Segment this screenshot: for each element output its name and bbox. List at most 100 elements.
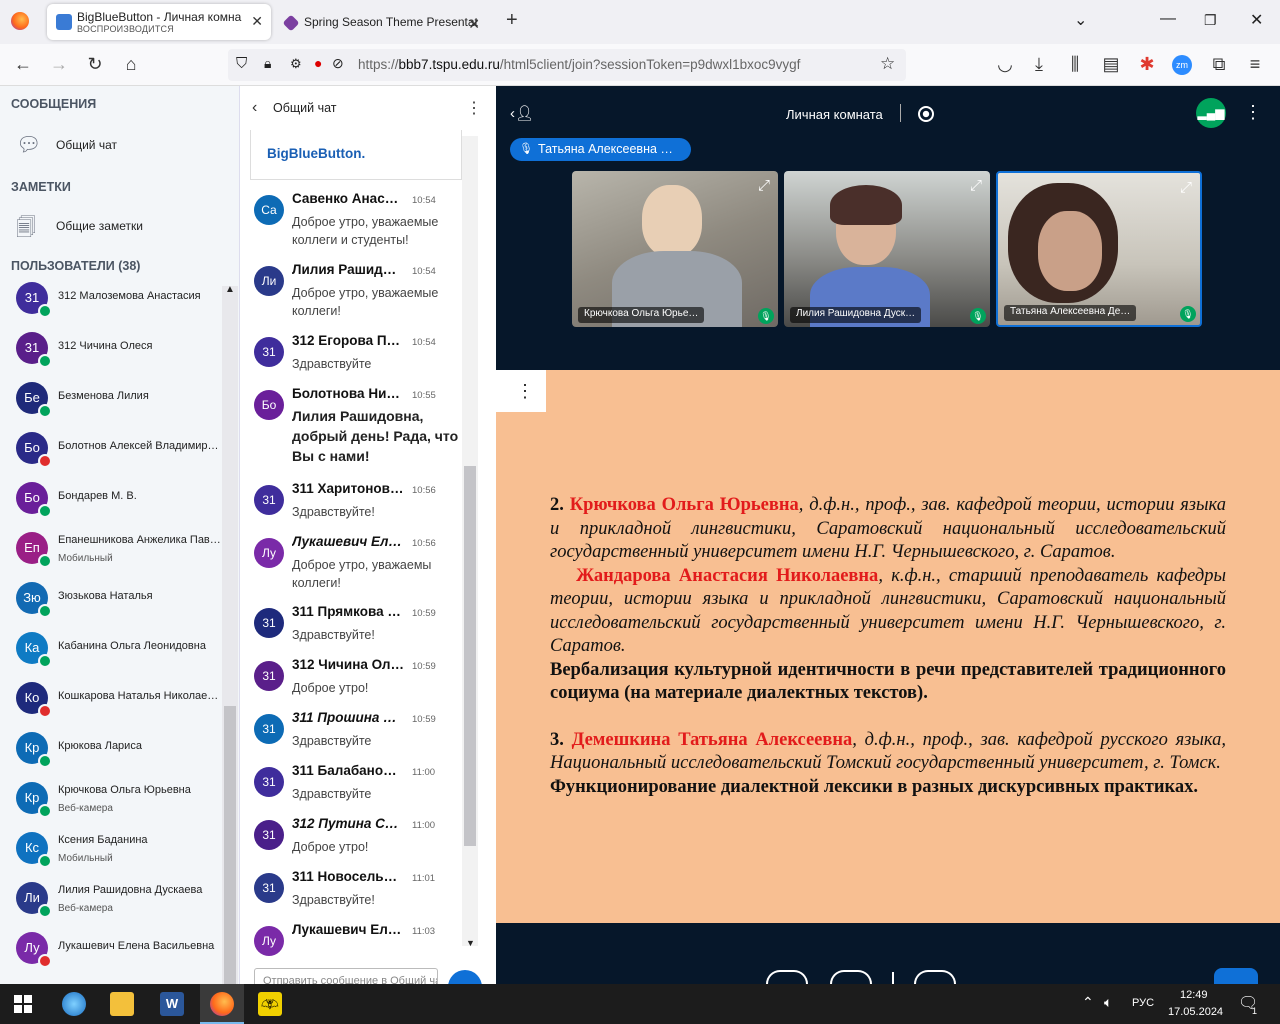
- extensions-puzzle-icon[interactable]: ⧉: [1208, 54, 1230, 75]
- user-list-item[interactable]: Ко Кошкарова Наталья Николаев…: [16, 682, 226, 732]
- reload-icon[interactable]: ↻: [84, 54, 106, 75]
- presentation-slide: ⋮ 2. Крючкова Ольга Юрьевна, д.ф.н., про…: [496, 370, 1280, 923]
- user-avatar: Ка: [16, 632, 52, 668]
- title-divider: [900, 104, 901, 122]
- chat-sender: 312 Путина Со…: [292, 816, 404, 831]
- firefox-menu-icon[interactable]: [11, 12, 29, 30]
- chat-time: 10:54: [412, 195, 436, 206]
- recording-indicator-icon[interactable]: [918, 106, 934, 122]
- user-list-item[interactable]: Еп Епанешникова Анжелика Пав… Мобильный: [16, 532, 226, 582]
- chat-avatar: Лу: [254, 538, 284, 568]
- app-menu-icon[interactable]: ≡: [1244, 54, 1266, 75]
- globe-app-icon[interactable]: [62, 992, 86, 1016]
- zoom-extension-icon[interactable]: zm: [1172, 55, 1192, 75]
- presentation-options-button[interactable]: ⋮: [496, 370, 546, 412]
- user-list-item[interactable]: 31 312 Чичина Олеся: [16, 332, 226, 382]
- headphones-icon: [38, 904, 52, 918]
- user-list-item[interactable]: Кс Ксения Баданина Мобильный: [16, 832, 226, 882]
- firefox-taskbar-icon[interactable]: [210, 992, 234, 1016]
- clock-time[interactable]: 12:49: [1180, 989, 1208, 1001]
- restore-window-button[interactable]: ❐: [1204, 12, 1217, 29]
- windows-start-icon[interactable]: [14, 995, 32, 1013]
- chat-sender: Лилия Рашид…: [292, 262, 397, 277]
- headphones-icon: [38, 304, 52, 318]
- talking-indicator[interactable]: 🎙︎ Татьяна Алексеевна …: [510, 138, 691, 161]
- close-tab-icon[interactable]: ✕: [251, 13, 263, 30]
- user-list-item[interactable]: Ка Кабанина Ольга Леонидовна: [16, 632, 226, 682]
- video-tile-3[interactable]: ⤢ Татьяна Алексеевна Де… 🎙︎: [996, 171, 1202, 327]
- leave-audio-button[interactable]: [830, 970, 872, 984]
- user-list-item[interactable]: Бе Безменова Лилия: [16, 382, 226, 432]
- url-bar[interactable]: ⛉ 🔒︎ ⚙ ● ⊘ https://bbb7.tspu.edu.ru/html…: [228, 49, 906, 81]
- users-heading: ПОЛЬЗОВАТЕЛИ (38): [11, 259, 141, 273]
- url-text: https://bbb7.tspu.edu.ru/html5client/joi…: [358, 57, 800, 72]
- tab-spring-theme[interactable]: Spring Season Theme Presentat ✕: [274, 4, 488, 40]
- expand-video-icon[interactable]: ⤢: [1180, 179, 1192, 196]
- tray-expand-icon[interactable]: ⌃: [1082, 994, 1094, 1011]
- forward-icon[interactable]: →: [48, 54, 70, 75]
- user-avatar: 31: [16, 332, 52, 368]
- connection-status-button[interactable]: ▂▄▆: [1196, 98, 1226, 128]
- tab-bigbluebutton[interactable]: BigBlueButton - Личная комна ВОСПРОИЗВОД…: [47, 4, 271, 40]
- clock-date[interactable]: 17.05.2024: [1168, 1006, 1223, 1018]
- video-label[interactable]: Лилия Рашидовна Дуск…: [790, 307, 922, 323]
- share-webcam-button[interactable]: [914, 970, 956, 984]
- home-icon[interactable]: ⌂: [120, 54, 142, 75]
- toggle-userlist-icon[interactable]: ‹👤︎: [510, 104, 534, 122]
- chat-options-icon[interactable]: ⋮: [466, 98, 482, 118]
- downloads-icon[interactable]: ⤓: [1028, 54, 1050, 75]
- expand-video-icon[interactable]: ⤢: [758, 177, 770, 194]
- hide-chat-chevron-icon[interactable]: ‹: [252, 99, 257, 117]
- scroll-up-arrow-icon[interactable]: ▲: [225, 284, 235, 295]
- batman-app-icon[interactable]: 🦇︎: [258, 992, 282, 1016]
- chat-avatar: Ли: [254, 266, 284, 296]
- user-list-item[interactable]: Зю Зюзькова Наталья: [16, 582, 226, 632]
- user-list-item[interactable]: Лу Лукашевич Елена Васильевна: [16, 932, 226, 982]
- options-menu-icon[interactable]: ⋮: [1244, 102, 1262, 123]
- welcome-link-text[interactable]: BigBlueButton.: [267, 146, 365, 161]
- shared-notes-label: Общие заметки: [56, 219, 143, 233]
- close-tab-icon[interactable]: ✕: [468, 16, 480, 33]
- new-tab-button[interactable]: +: [506, 9, 518, 32]
- expand-video-icon[interactable]: ⤢: [970, 177, 982, 194]
- user-list-item[interactable]: Бо Болотнов Алексей Владимиро…: [16, 432, 226, 482]
- messages-heading: СООБЩЕНИЯ: [11, 97, 97, 111]
- shield-icon[interactable]: ⛉: [236, 55, 247, 72]
- video-label[interactable]: Татьяна Алексеевна Де…: [1004, 305, 1137, 321]
- restore-presentation-button[interactable]: [1214, 968, 1258, 984]
- chat-text: Здравствуйте: [292, 734, 372, 748]
- video-tile-2[interactable]: ⤢ Лилия Рашидовна Дуск… 🎙︎: [784, 171, 990, 327]
- pocket-icon[interactable]: ◡: [994, 54, 1016, 75]
- input-language[interactable]: РУС: [1132, 997, 1154, 1009]
- back-icon[interactable]: ←: [12, 54, 34, 75]
- autoplay-blocked-icon[interactable]: ⊘: [332, 55, 344, 72]
- chat-scroll-down-arrow-icon[interactable]: ▼: [466, 938, 475, 948]
- avatar-initials: Еп: [24, 540, 40, 555]
- chat-scroll-thumb[interactable]: [464, 466, 476, 846]
- chat-sender: Лукашевич Ел…: [292, 922, 402, 937]
- file-explorer-icon[interactable]: [110, 992, 134, 1016]
- user-list-item[interactable]: Кр Крюкова Лариса: [16, 732, 226, 782]
- extension-color-icon[interactable]: ✱: [1136, 54, 1158, 75]
- user-avatar: Бе: [16, 382, 52, 418]
- user-name: Крючкова Ольга Юрьевна: [58, 784, 191, 796]
- minimize-window-button[interactable]: —: [1160, 10, 1176, 28]
- library-icon[interactable]: ⫼: [1064, 54, 1086, 75]
- reader-sidebar-icon[interactable]: ▤: [1100, 54, 1122, 75]
- word-icon[interactable]: W: [160, 992, 184, 1016]
- mute-button[interactable]: [766, 970, 808, 984]
- list-tabs-icon[interactable]: ⌄: [1074, 10, 1087, 30]
- close-window-button[interactable]: ✕: [1250, 10, 1263, 30]
- video-label[interactable]: Крючкова Ольга Юрье…: [578, 307, 705, 323]
- video-tile-1[interactable]: ⤢ Крючкова Ольга Юрье… 🎙︎: [572, 171, 778, 327]
- user-list-item[interactable]: Бо Бондарев М. В.: [16, 482, 226, 532]
- lock-icon[interactable]: 🔒︎: [264, 55, 271, 72]
- permissions-icon[interactable]: ⚙: [290, 56, 302, 72]
- bookmark-star-icon[interactable]: ☆: [880, 54, 895, 74]
- user-list-item[interactable]: Ли Лилия Рашидовна Дускаева Веб-камера: [16, 882, 226, 932]
- user-list-item[interactable]: 31 312 Малоземова Анастасия: [16, 282, 226, 332]
- volume-icon[interactable]: 🔈︎: [1104, 994, 1112, 1011]
- user-list-scroll-thumb[interactable]: [224, 706, 236, 986]
- user-list-item[interactable]: Кр Крючкова Ольга Юрьевна Веб-камера: [16, 782, 226, 832]
- microphone-active-icon[interactable]: ●: [314, 55, 322, 71]
